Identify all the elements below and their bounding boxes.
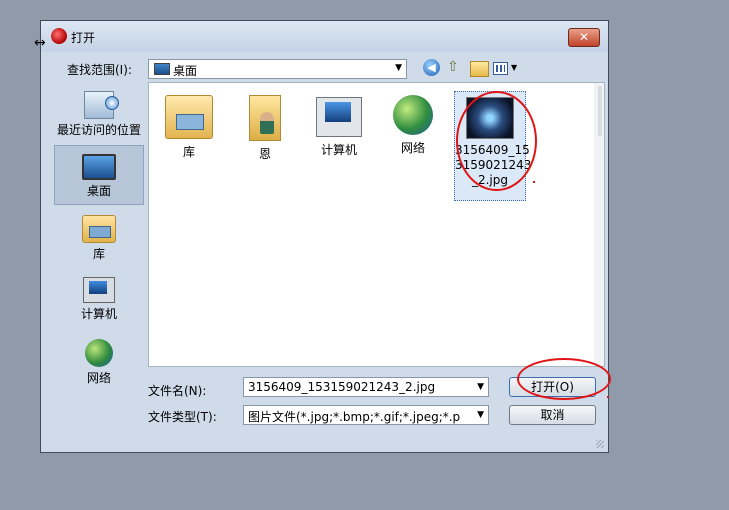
annotation-dot <box>607 396 609 398</box>
file-list[interactable]: 库 恩 计算机 网络 3156409_15 3159021243 _2.jpg <box>148 82 605 367</box>
file-label: 库 <box>182 145 195 159</box>
file-label-line: 3159021243 <box>455 158 532 172</box>
recent-places-icon <box>84 91 119 119</box>
libraries-icon <box>82 215 116 243</box>
place-recent[interactable]: 最近访问的位置 <box>54 85 144 145</box>
file-item-computer[interactable]: 计算机 <box>305 91 373 158</box>
computer-icon <box>83 277 115 303</box>
file-item-image[interactable]: 3156409_15 3159021243 _2.jpg <box>454 91 532 201</box>
user-folder-icon <box>249 95 281 141</box>
place-computer[interactable]: 计算机 <box>54 271 144 331</box>
file-label: 3156409_15 3159021243 _2.jpg <box>455 143 532 188</box>
title-bar[interactable]: 打开 ✕ <box>41 21 608 52</box>
open-button[interactable]: 打开(O) <box>509 377 596 397</box>
close-button[interactable]: ✕ <box>568 28 600 47</box>
vertical-scrollbar[interactable] <box>594 83 604 366</box>
chevron-down-icon[interactable]: ▼ <box>477 382 484 392</box>
resize-cursor-icon: ↔ <box>34 35 46 51</box>
chevron-down-icon[interactable]: ▼ <box>511 63 517 83</box>
file-label: 网络 <box>400 141 425 155</box>
filename-value: 3156409_153159021243_2.jpg <box>248 380 436 394</box>
desktop-icon <box>154 63 170 75</box>
place-label: 网络 <box>86 371 111 385</box>
filename-input[interactable]: 3156409_153159021243_2.jpg ▼ <box>243 377 489 397</box>
look-in-label: 查找范围(I): <box>67 63 132 77</box>
libraries-folder-icon <box>165 95 213 139</box>
place-libraries[interactable]: 库 <box>54 209 144 269</box>
open-file-dialog: 打开 ✕ 查找范围(I): 桌面 ▼ ◀ ⇧ ▼ 最近访问的位置 桌面 库 计算… <box>40 20 609 453</box>
up-folder-button[interactable]: ⇧ <box>447 59 459 79</box>
look-in-combobox[interactable]: 桌面 ▼ <box>148 59 407 79</box>
scrollbar-thumb[interactable] <box>598 86 602 136</box>
place-label: 计算机 <box>80 307 117 321</box>
place-label: 桌面 <box>86 184 111 198</box>
network-icon <box>85 339 113 367</box>
resize-grip[interactable] <box>596 440 604 448</box>
chevron-down-icon[interactable]: ▼ <box>395 63 402 73</box>
file-label: 计算机 <box>320 143 357 157</box>
file-item-network[interactable]: 网络 <box>379 91 447 156</box>
annotation-dot <box>533 181 535 183</box>
file-item-libraries[interactable]: 库 <box>155 91 223 160</box>
place-network[interactable]: 网络 <box>54 333 144 393</box>
back-button[interactable]: ◀ <box>423 59 440 76</box>
new-folder-button[interactable] <box>470 61 489 77</box>
image-thumbnail <box>466 97 514 139</box>
filetype-value: 图片文件(*.jpg;*.bmp;*.gif;*.jpeg;*.p <box>248 410 461 424</box>
file-label-line: 3156409_15 <box>455 143 530 157</box>
place-desktop[interactable]: 桌面 <box>54 145 144 205</box>
view-menu-button[interactable] <box>493 62 508 75</box>
look-in-value: 桌面 <box>173 64 198 78</box>
chevron-down-icon[interactable]: ▼ <box>477 410 484 420</box>
app-icon <box>51 28 67 44</box>
network-icon <box>393 95 433 135</box>
file-label: 恩 <box>258 147 271 161</box>
file-item-user[interactable]: 恩 <box>231 91 299 162</box>
window-title: 打开 <box>71 31 96 45</box>
computer-icon <box>316 97 362 137</box>
place-label: 库 <box>92 247 105 261</box>
file-label-line: _2.jpg <box>471 173 509 187</box>
places-bar: 最近访问的位置 桌面 库 计算机 网络 <box>54 83 144 443</box>
place-label: 最近访问的位置 <box>56 123 141 137</box>
cancel-button[interactable]: 取消 <box>509 405 596 425</box>
filename-label: 文件名(N): <box>148 384 207 398</box>
filetype-label: 文件类型(T): <box>148 410 217 424</box>
filetype-select[interactable]: 图片文件(*.jpg;*.bmp;*.gif;*.jpeg;*.p ▼ <box>243 405 489 425</box>
desktop-icon <box>82 154 116 180</box>
